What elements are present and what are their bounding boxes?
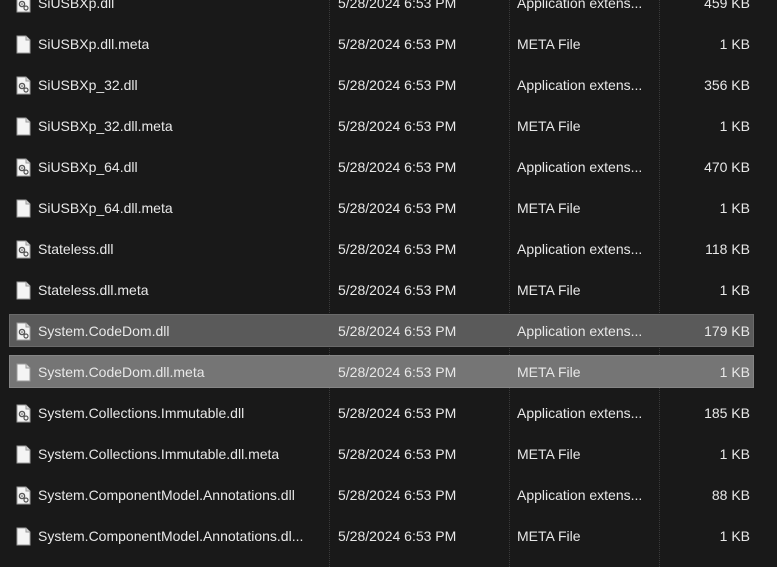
file-size: 356 KB <box>704 77 750 93</box>
file-size: 1 KB <box>719 36 750 52</box>
name-cell: SiUSBXp.dll.meta <box>16 26 326 62</box>
date-modified: 5/28/2024 6:53 PM <box>338 528 457 544</box>
name-cell: System.Collections.Immutable.dll <box>16 395 326 431</box>
file-name: Stateless.dll.meta <box>38 282 149 298</box>
name-cell: SiUSBXp_64.dll <box>16 149 326 185</box>
file-row[interactable]: System.Collections.Immutable.dll.meta 5/… <box>0 436 777 477</box>
file-type: META File <box>517 528 581 544</box>
file-size: 1 KB <box>719 200 750 216</box>
dll-file-icon <box>16 486 31 504</box>
file-size: 1 KB <box>719 364 750 380</box>
file-type: META File <box>517 364 581 380</box>
file-row[interactable]: SiUSBXp_32.dll.meta 5/28/2024 6:53 PM ME… <box>0 108 777 149</box>
file-size: 1 KB <box>719 118 750 134</box>
file-name: System.ComponentModel.Annotations.dl... <box>38 528 304 544</box>
file-name: System.Collections.Immutable.dll <box>38 405 245 421</box>
file-name: System.CodeDom.dll <box>38 323 170 339</box>
name-cell: Stateless.dll.meta <box>16 272 326 308</box>
file-size: 118 KB <box>705 241 750 257</box>
date-modified: 5/28/2024 6:53 PM <box>338 118 457 134</box>
file-name: System.CodeDom.dll.meta <box>38 364 205 380</box>
generic-file-icon <box>16 445 31 463</box>
dll-file-icon <box>16 76 31 94</box>
file-size: 459 KB <box>704 0 750 11</box>
file-size: 1 KB <box>719 446 750 462</box>
name-cell: System.ComponentModel.Annotations.dll <box>16 477 326 513</box>
file-type: Application extens... <box>517 159 643 175</box>
date-modified: 5/28/2024 6:53 PM <box>338 159 457 175</box>
name-cell: System.CodeDom.dll <box>16 313 326 349</box>
file-name: SiUSBXp.dll <box>38 0 115 11</box>
date-modified: 5/28/2024 6:53 PM <box>338 200 457 216</box>
file-list: SiUSBXp.dll 5/28/2024 6:53 PM Applicatio… <box>0 0 777 559</box>
file-type: Application extens... <box>517 405 643 421</box>
date-modified: 5/28/2024 6:53 PM <box>338 282 457 298</box>
file-type: Application extens... <box>517 487 643 503</box>
file-row[interactable]: SiUSBXp.dll.meta 5/28/2024 6:53 PM META … <box>0 26 777 67</box>
file-size: 470 KB <box>704 159 750 175</box>
file-row[interactable]: System.CodeDom.dll 5/28/2024 6:53 PM App… <box>0 313 777 354</box>
date-modified: 5/28/2024 6:53 PM <box>338 0 457 11</box>
file-row[interactable]: System.CodeDom.dll.meta 5/28/2024 6:53 P… <box>0 354 777 395</box>
generic-file-icon <box>16 363 31 381</box>
file-name: System.ComponentModel.Annotations.dll <box>38 487 295 503</box>
file-name: SiUSBXp_64.dll <box>38 159 138 175</box>
file-type: META File <box>517 446 581 462</box>
dll-file-icon <box>16 404 31 422</box>
file-row[interactable]: System.ComponentModel.Annotations.dll 5/… <box>0 477 777 518</box>
name-cell: System.CodeDom.dll.meta <box>16 354 326 390</box>
generic-file-icon <box>16 281 31 299</box>
file-row[interactable]: System.Collections.Immutable.dll 5/28/20… <box>0 395 777 436</box>
name-cell: Stateless.dll <box>16 231 326 267</box>
file-name: SiUSBXp.dll.meta <box>38 36 150 52</box>
file-size: 179 KB <box>704 323 750 339</box>
file-row[interactable]: SiUSBXp.dll 5/28/2024 6:53 PM Applicatio… <box>0 0 777 26</box>
file-type: META File <box>517 36 581 52</box>
name-cell: SiUSBXp.dll <box>16 0 326 21</box>
file-type: META File <box>517 118 581 134</box>
generic-file-icon <box>16 527 31 545</box>
file-name: SiUSBXp_32.dll <box>38 77 138 93</box>
name-cell: System.ComponentModel.Annotations.dl... <box>16 518 326 554</box>
generic-file-icon <box>16 35 31 53</box>
date-modified: 5/28/2024 6:53 PM <box>338 487 457 503</box>
name-cell: SiUSBXp_32.dll.meta <box>16 108 326 144</box>
file-size: 88 KB <box>711 487 750 503</box>
name-cell: System.Collections.Immutable.dll.meta <box>16 436 326 472</box>
file-row[interactable]: SiUSBXp_64.dll 5/28/2024 6:53 PM Applica… <box>0 149 777 190</box>
file-size: 1 KB <box>719 528 750 544</box>
dll-file-icon <box>16 0 31 12</box>
file-size: 1 KB <box>719 282 750 298</box>
file-type: Application extens... <box>517 241 643 257</box>
file-type: META File <box>517 200 581 216</box>
date-modified: 5/28/2024 6:53 PM <box>338 323 457 339</box>
file-name: SiUSBXp_64.dll.meta <box>38 200 173 216</box>
file-name: Stateless.dll <box>38 241 114 257</box>
file-type: Application extens... <box>517 77 643 93</box>
file-row[interactable]: SiUSBXp_64.dll.meta 5/28/2024 6:53 PM ME… <box>0 190 777 231</box>
file-name: System.Collections.Immutable.dll.meta <box>38 446 280 462</box>
date-modified: 5/28/2024 6:53 PM <box>338 241 457 257</box>
file-type: META File <box>517 282 581 298</box>
file-row[interactable]: SiUSBXp_32.dll 5/28/2024 6:53 PM Applica… <box>0 67 777 108</box>
file-type: Application extens... <box>517 323 643 339</box>
dll-file-icon <box>16 322 31 340</box>
name-cell: SiUSBXp_32.dll <box>16 67 326 103</box>
file-row[interactable]: Stateless.dll.meta 5/28/2024 6:53 PM MET… <box>0 272 777 313</box>
date-modified: 5/28/2024 6:53 PM <box>338 405 457 421</box>
date-modified: 5/28/2024 6:53 PM <box>338 77 457 93</box>
file-row[interactable]: System.ComponentModel.Annotations.dl... … <box>0 518 777 559</box>
file-row[interactable]: Stateless.dll 5/28/2024 6:53 PM Applicat… <box>0 231 777 272</box>
file-name: SiUSBXp_32.dll.meta <box>38 118 173 134</box>
generic-file-icon <box>16 117 31 135</box>
file-type: Application extens... <box>517 0 643 11</box>
dll-file-icon <box>16 158 31 176</box>
date-modified: 5/28/2024 6:53 PM <box>338 446 457 462</box>
date-modified: 5/28/2024 6:53 PM <box>338 364 457 380</box>
date-modified: 5/28/2024 6:53 PM <box>338 36 457 52</box>
file-size: 185 KB <box>704 405 750 421</box>
generic-file-icon <box>16 199 31 217</box>
name-cell: SiUSBXp_64.dll.meta <box>16 190 326 226</box>
dll-file-icon <box>16 240 31 258</box>
